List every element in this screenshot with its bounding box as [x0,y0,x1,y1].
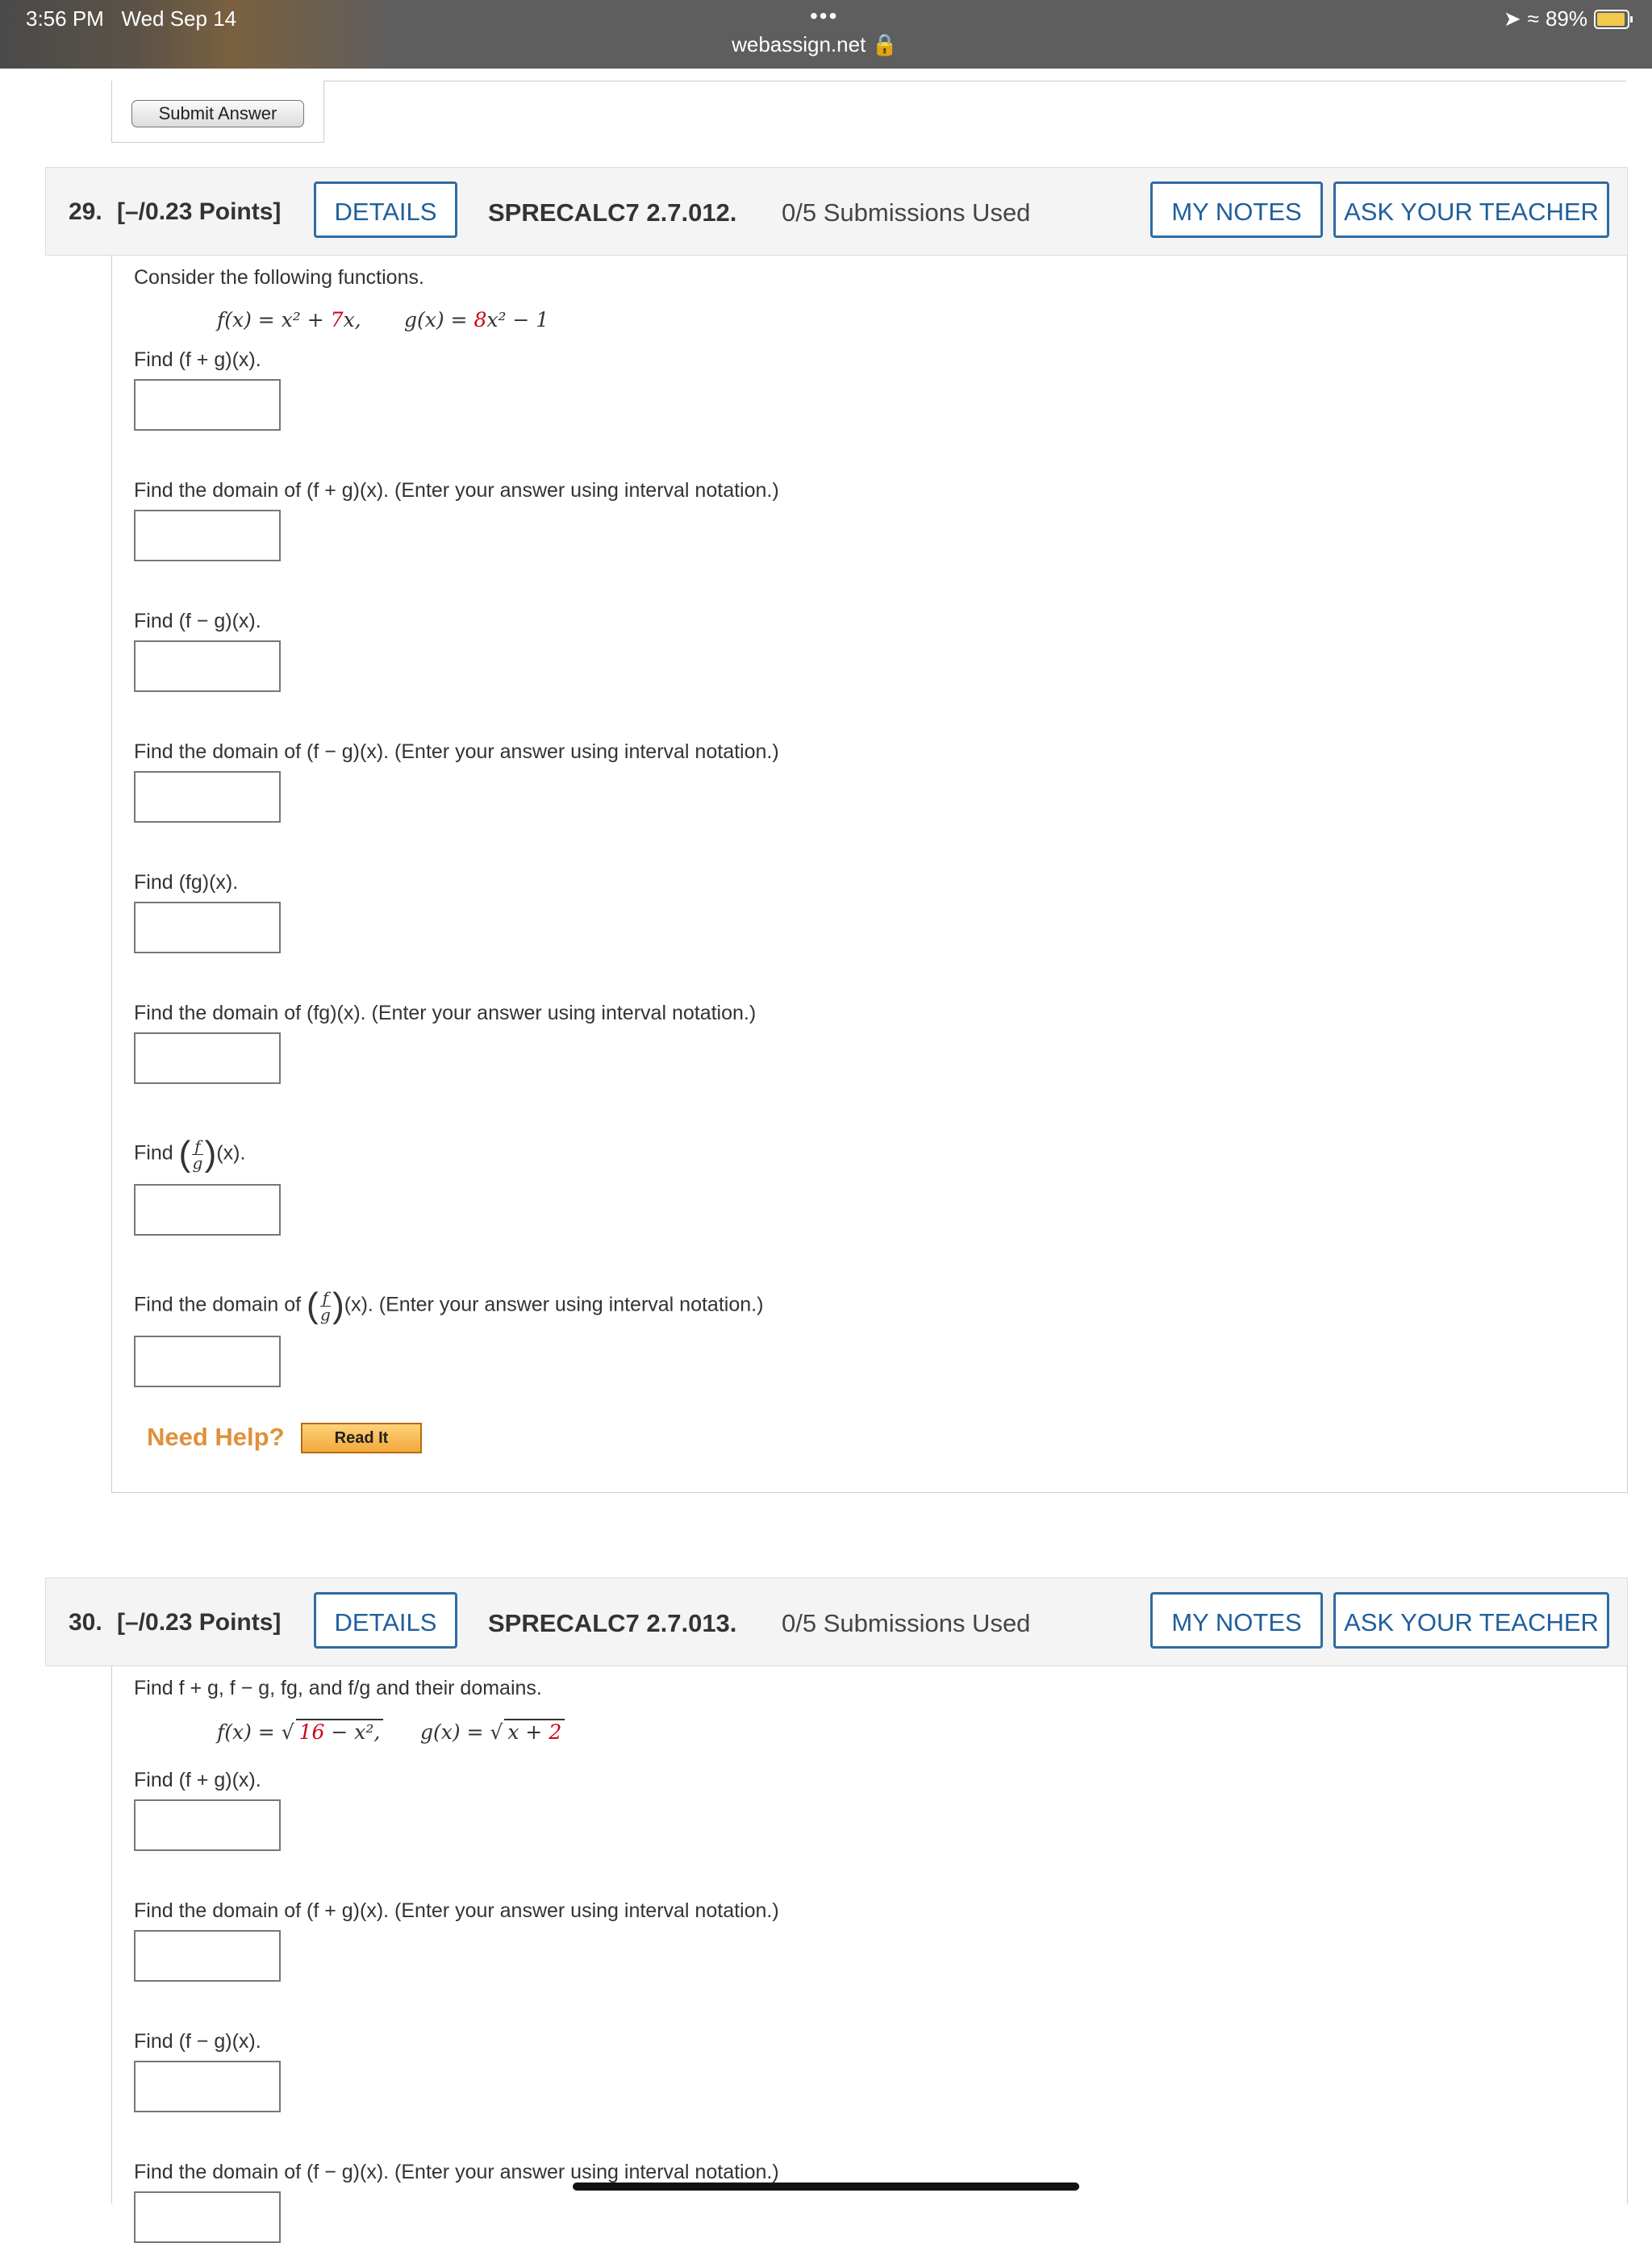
home-indicator[interactable] [573,2183,1079,2191]
lock-icon: 🔒 [871,32,898,56]
function-f: f(x) = √ 16 − x², [217,1719,384,1744]
question-body-29: Consider the following functions. f(x) =… [111,255,1628,1493]
ask-your-teacher-button[interactable]: ASK YOUR TEACHER [1333,181,1609,238]
answer-input-difference[interactable] [134,640,281,692]
submit-answer-button[interactable]: Submit Answer [131,100,304,127]
question-intro: Find f + g, f − g, fg, and f/g and their… [134,1677,542,1699]
answer-input-sum[interactable] [134,1799,281,1851]
question-intro: Consider the following functions. [134,266,424,289]
answer-input-difference-domain[interactable] [134,2191,281,2243]
question-code: SPRECALC7 2.7.013. [488,1609,737,1637]
details-button[interactable]: DETAILS [314,181,457,238]
function-g: g(x) = 8x² − 1 [404,308,549,331]
answer-input-sum-domain[interactable] [134,510,281,561]
answer-input-difference-domain[interactable] [134,771,281,823]
answer-input-product-domain[interactable] [134,1032,281,1084]
my-notes-button[interactable]: MY NOTES [1150,1592,1323,1649]
details-button[interactable]: DETAILS [314,1592,457,1649]
question-body-30: Find f + g, f − g, fg, and f/g and their… [111,1666,1628,2243]
prompt-difference-domain: Find the domain of (f − g)(x). (Enter yo… [134,2161,779,2183]
function-f: f(x) = x² + 7x, [217,308,361,331]
submissions-used: 0/5 Submissions Used [782,198,1031,227]
function-g: g(x) = √ x + 2 [420,1719,565,1744]
my-notes-button[interactable]: MY NOTES [1150,181,1323,238]
question-number: 30. [69,1609,102,1636]
location-icon: ➤ [1503,6,1521,31]
prompt-sum-domain: Find the domain of (f + g)(x). (Enter yo… [134,479,779,502]
read-it-button[interactable]: Read It [301,1423,422,1453]
status-bar: 3:56 PM Wed Sep 14 ••• webassign.net 🔒 ➤… [0,0,1652,69]
prompt-product: Find (fg)(x). [134,871,239,894]
prompt-sum: Find (f + g)(x). [134,1769,261,1791]
prompt-sum-domain: Find the domain of (f + g)(x). (Enter yo… [134,1899,779,1922]
status-indicators: ➤ ≈ 89% [1503,6,1633,31]
answer-input-product[interactable] [134,902,281,953]
ask-your-teacher-button[interactable]: ASK YOUR TEACHER [1333,1592,1609,1649]
battery-percent: 89% [1545,6,1587,31]
prompt-product-domain: Find the domain of (fg)(x). (Enter your … [134,1002,757,1024]
url-bar[interactable]: webassign.net 🔒 [0,32,1629,57]
need-help-label: Need Help? [147,1423,285,1451]
battery-icon [1594,9,1633,29]
answer-input-difference[interactable] [134,2061,281,2112]
question-header-29: 29. [–/0.23 Points] DETAILS SPRECALC7 2.… [45,167,1628,256]
prompt-quotient: Find (f g)(x). [134,1134,246,1174]
answer-input-sum-domain[interactable] [134,1930,281,1982]
answer-input-quotient-domain[interactable] [134,1336,281,1387]
prompt-quotient-domain: Find the domain of (f g)(x). (Enter your … [134,1286,764,1325]
answer-input-sum[interactable] [134,379,281,431]
submissions-used: 0/5 Submissions Used [782,1609,1031,1637]
question-number: 29. [69,198,102,225]
answer-input-quotient[interactable] [134,1184,281,1236]
prompt-difference: Find (f − g)(x). [134,610,261,632]
question-code: SPRECALC7 2.7.012. [488,198,737,227]
question-header-30: 30. [–/0.23 Points] DETAILS SPRECALC7 2.… [45,1578,1628,1666]
wifi-icon: ≈ [1527,6,1539,31]
prompt-difference-domain: Find the domain of (f − g)(x). (Enter yo… [134,740,779,763]
prompt-sum: Find (f + g)(x). [134,348,261,371]
prompt-difference: Find (f − g)(x). [134,2030,261,2053]
more-dots-icon[interactable]: ••• [810,3,838,29]
question-points: [–/0.23 Points] [117,1609,282,1636]
question-points: [–/0.23 Points] [117,198,282,225]
status-time: 3:56 PM Wed Sep 14 [26,6,237,31]
